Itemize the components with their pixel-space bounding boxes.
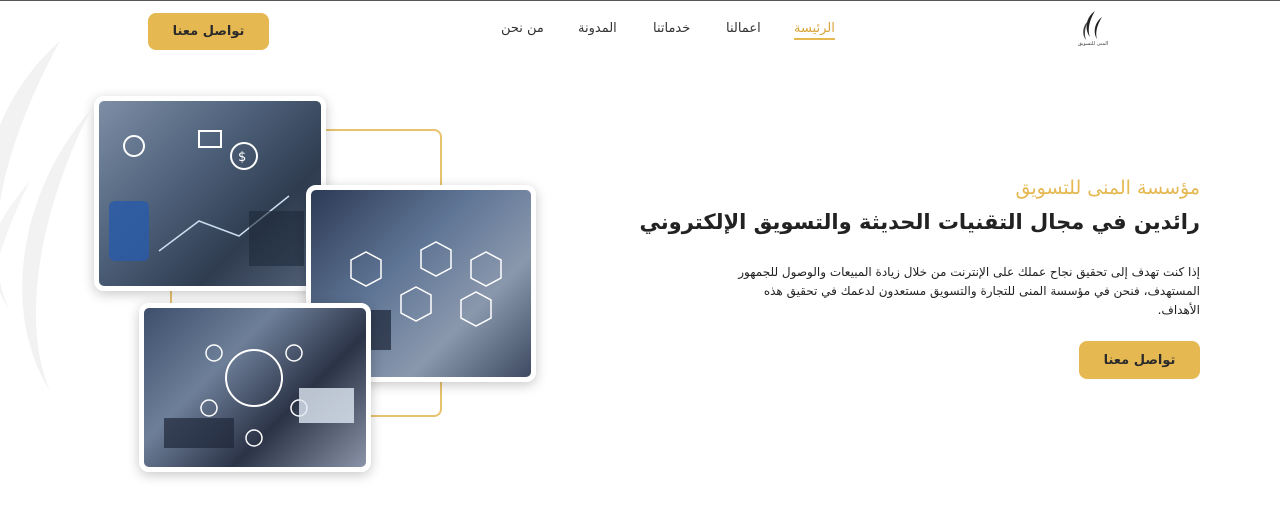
nav-item-services[interactable]: خدماتنا bbox=[653, 21, 690, 36]
header: تواصل معنا من نحن المدونة خدماتنا اعمالن… bbox=[0, 1, 1280, 63]
network-overlay-icons bbox=[164, 344, 354, 448]
logo-text: المنى للتسويق bbox=[1077, 41, 1109, 47]
nav-item-home[interactable]: الرئيسة bbox=[794, 21, 835, 40]
contact-button-hero[interactable]: تواصل معنا bbox=[1079, 341, 1200, 379]
photo-team-devices bbox=[139, 303, 371, 472]
logo-mark-icon[interactable] bbox=[1078, 9, 1108, 55]
tech-overlay-icons: $ bbox=[109, 130, 304, 266]
svg-text:$: $ bbox=[238, 150, 246, 165]
nav-item-blog[interactable]: المدونة bbox=[578, 21, 617, 36]
hero-description: إذا كنت تهدف إلى تحقيق نجاح عملك على الإ… bbox=[738, 265, 1200, 317]
photo-laptop-analytics: $ bbox=[94, 96, 326, 291]
nav-item-works[interactable]: اعمالنا bbox=[726, 21, 761, 36]
nav-item-about[interactable]: من نحن bbox=[501, 21, 544, 36]
hero-kicker: مؤسسة المنى للتسويق bbox=[1015, 177, 1200, 199]
hero-headline: رائدين في مجال التقنيات الحديثة والتسويق… bbox=[639, 210, 1200, 234]
